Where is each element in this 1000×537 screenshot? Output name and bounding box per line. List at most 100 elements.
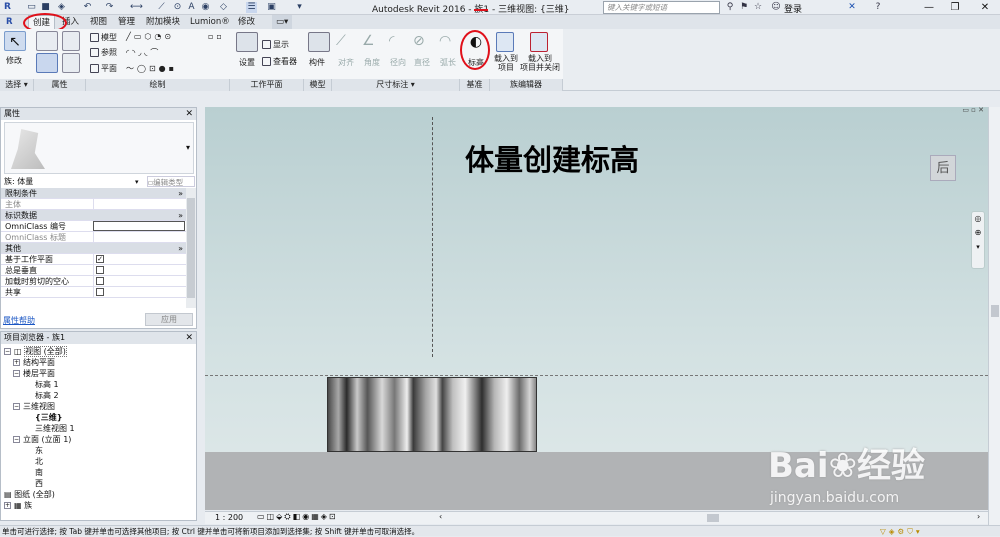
tree-families[interactable]: + ▦ 族: [4, 500, 32, 511]
panel-select[interactable]: 选择 ▾: [0, 79, 34, 91]
3d-view-icon[interactable]: ◉: [200, 2, 211, 13]
draw-tools-row3[interactable]: 〜◯⊡●▪: [126, 63, 177, 74]
family-types-icon[interactable]: [36, 31, 58, 51]
type-selector-preview[interactable]: ▾: [4, 122, 194, 174]
revit-logo-icon[interactable]: R: [2, 2, 13, 13]
draw-tools-row2[interactable]: ◜◝◞◟⌒: [126, 47, 161, 58]
viewer-button[interactable]: 查看器: [262, 56, 297, 67]
arc-length-button[interactable]: 弧长: [440, 57, 456, 68]
tab-addins[interactable]: 附加模块: [142, 15, 184, 29]
apply-button[interactable]: 应用: [145, 313, 193, 326]
reference-button[interactable]: 参照: [90, 47, 117, 58]
cut-with-voids-checkbox[interactable]: [96, 277, 104, 285]
view-scale[interactable]: 1 : 200: [215, 513, 243, 522]
selection-filter-icons[interactable]: ▽◈⚙⛉▾: [880, 526, 923, 537]
mass-cylinder[interactable]: [327, 377, 537, 452]
angle-button[interactable]: 角度: [364, 57, 380, 68]
angular-dim-icon[interactable]: ∠: [362, 33, 375, 49]
section-other[interactable]: 其他»: [1, 243, 186, 254]
communication-icon[interactable]: ☆: [752, 2, 764, 13]
tab-view[interactable]: 视图: [86, 15, 111, 29]
radial-button[interactable]: 径向: [390, 57, 406, 68]
properties-icon[interactable]: [36, 53, 58, 73]
plane-button[interactable]: 平面: [90, 63, 117, 74]
shared-checkbox[interactable]: [96, 288, 104, 296]
model-line-button[interactable]: 模型: [90, 32, 117, 43]
tab-manage[interactable]: 管理: [114, 15, 139, 29]
set-workplane-icon[interactable]: [236, 32, 258, 52]
diameter-dim-icon[interactable]: ⊘: [413, 33, 425, 49]
tree-3d-view-1[interactable]: 三维视图 1: [35, 423, 75, 434]
component-button[interactable]: 构件: [309, 57, 325, 68]
tag-icon[interactable]: ⊙: [172, 2, 183, 13]
panel-dimension[interactable]: 尺寸标注 ▾: [332, 79, 460, 91]
dimension-icon[interactable]: ⟋: [156, 2, 167, 13]
tree-north[interactable]: 北: [35, 456, 43, 467]
customize-icon[interactable]: ▾: [294, 2, 305, 13]
tree-elevations[interactable]: − 立面 (立面 1): [13, 434, 71, 445]
draw-tools-row1[interactable]: ╱▭⬡◔⊙: [126, 32, 174, 41]
load-and-close-button[interactable]: 载入到 项目并关闭: [520, 54, 560, 72]
tree-structural-plans[interactable]: + 结构平面: [13, 357, 55, 368]
horizontal-scroll-thumb[interactable]: [707, 514, 719, 522]
steering-wheel-icon[interactable]: ◎: [972, 212, 984, 226]
tab-lumion[interactable]: Lumion®: [186, 15, 234, 29]
view-control-icons[interactable]: ▭◫⬙⛭◧◉▦◈⊡: [257, 512, 338, 522]
always-vertical-checkbox[interactable]: [96, 266, 104, 274]
modify-arrow-icon[interactable]: ↖: [4, 31, 26, 51]
close-icon[interactable]: ✕: [185, 332, 193, 344]
sync-icon[interactable]: ◈: [56, 2, 67, 13]
load-into-project-icon[interactable]: [496, 32, 514, 52]
tree-level-1[interactable]: 标高 1: [35, 379, 59, 390]
binoculars-icon[interactable]: ⚲: [724, 2, 736, 13]
properties-scrollbar[interactable]: [186, 188, 196, 308]
component-icon[interactable]: [308, 32, 330, 52]
show-button[interactable]: 显示: [262, 39, 289, 50]
close-icon[interactable]: ✕: [185, 108, 193, 120]
based-on-workplane-checkbox[interactable]: ✓: [96, 255, 104, 263]
draw-tools-extra[interactable]: ▫▫: [208, 32, 225, 41]
tree-level-2[interactable]: 标高 2: [35, 390, 59, 401]
user-icon[interactable]: ☺: [770, 2, 782, 13]
tab-modify[interactable]: 修改: [234, 15, 259, 29]
level-line-upper[interactable]: [205, 375, 988, 376]
tree-3d-default[interactable]: {三维}: [35, 412, 62, 423]
radial-dim-icon[interactable]: ◜: [389, 33, 394, 49]
tree-3d-views[interactable]: − 三维视图: [13, 401, 55, 412]
redo-icon[interactable]: ↷: [104, 2, 115, 13]
type-properties-icon[interactable]: [62, 53, 80, 73]
edit-type-button[interactable]: ▫编辑类型: [147, 176, 195, 187]
aligned-dim-icon[interactable]: ⟋: [336, 33, 346, 49]
close-hidden-icon[interactable]: ▣: [266, 2, 277, 13]
tree-west[interactable]: 西: [35, 478, 43, 489]
tree-sheets[interactable]: ▤ 图纸 (全部): [4, 489, 55, 500]
navigation-bar[interactable]: ◎ ⊕ ▾: [971, 211, 985, 269]
family-category-icon[interactable]: [62, 31, 80, 51]
load-and-close-icon[interactable]: [530, 32, 548, 52]
tree-east[interactable]: 东: [35, 445, 43, 456]
scroll-left-icon[interactable]: ‹: [439, 512, 442, 521]
text-icon[interactable]: A: [186, 2, 197, 13]
set-button[interactable]: 设置: [239, 57, 255, 68]
subscription-icon[interactable]: ⚑: [738, 2, 750, 13]
ribbon-toggle-icon[interactable]: ▭▾: [272, 15, 293, 29]
restore-button[interactable]: ❐: [942, 0, 968, 15]
reference-plane-vertical[interactable]: [432, 117, 433, 357]
save-icon[interactable]: ■: [40, 2, 51, 13]
load-into-project-button[interactable]: 载入到 项目: [494, 54, 518, 72]
arc-length-dim-icon[interactable]: ◠: [439, 33, 451, 49]
minimize-button[interactable]: —: [916, 0, 942, 15]
app-menu-icon[interactable]: R: [2, 15, 17, 29]
section-icon[interactable]: ◇: [218, 2, 229, 13]
help-icon[interactable]: ?: [872, 2, 884, 13]
close-button[interactable]: ✕: [970, 0, 1000, 15]
exchange-icon[interactable]: ✕: [846, 2, 858, 13]
omniclass-number-input[interactable]: [93, 221, 185, 231]
measure-icon[interactable]: ⟷: [130, 2, 143, 13]
aligned-button[interactable]: 对齐: [338, 57, 354, 68]
search-input[interactable]: 键入关键字或短语: [603, 1, 720, 14]
undo-icon[interactable]: ↶: [82, 2, 93, 13]
zoom-icon[interactable]: ⊕: [972, 226, 984, 240]
tree-south[interactable]: 南: [35, 467, 43, 478]
open-icon[interactable]: ▭: [26, 2, 37, 13]
